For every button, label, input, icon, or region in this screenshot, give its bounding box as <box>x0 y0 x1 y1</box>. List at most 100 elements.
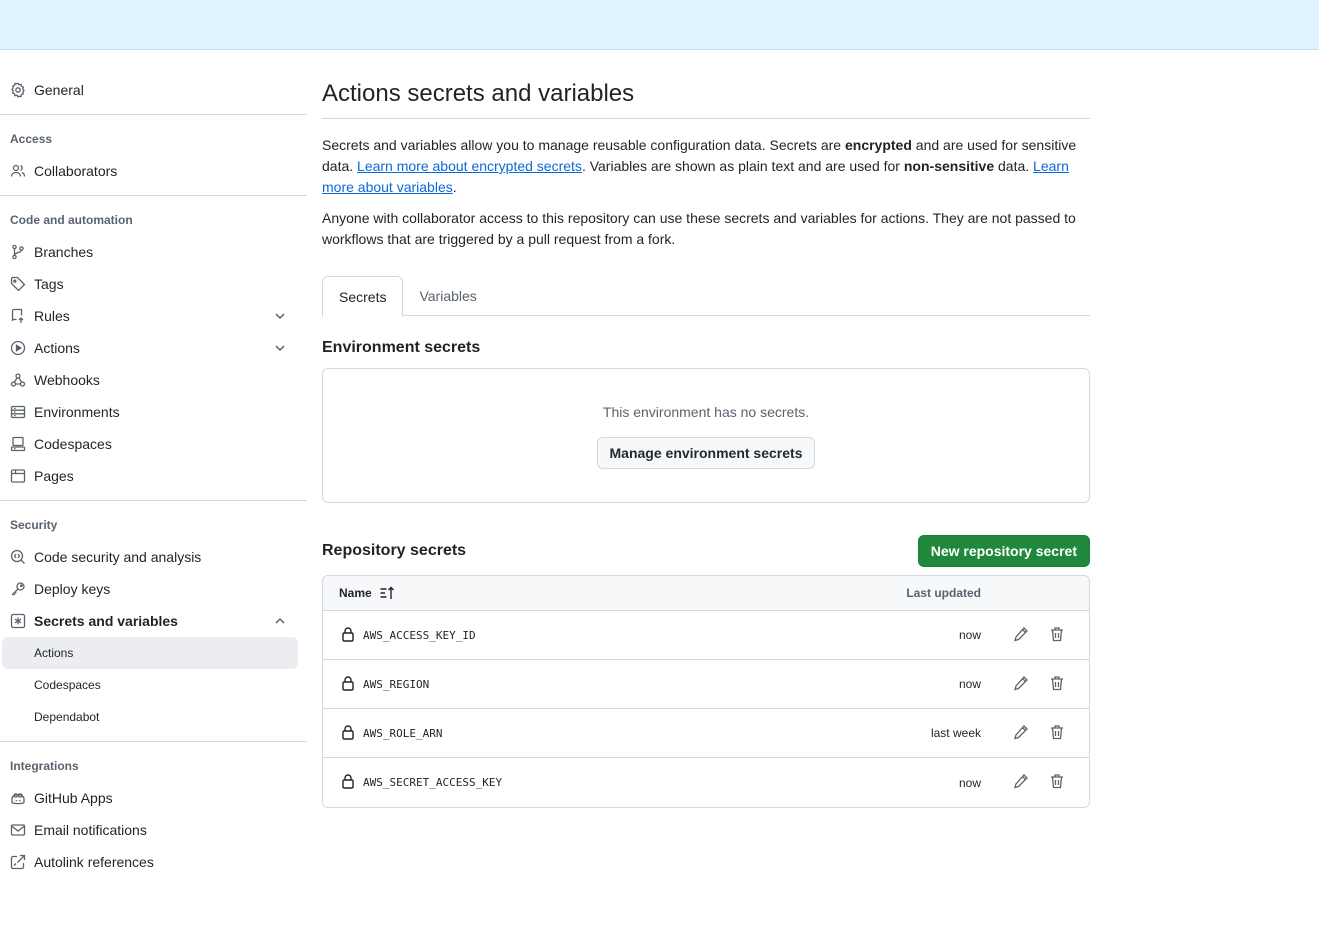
chevron-down-icon[interactable] <box>272 340 288 356</box>
tag-icon <box>10 276 26 292</box>
secret-updated: now <box>958 628 981 642</box>
sidebar-item-label: Rules <box>34 308 70 324</box>
sidebar-item-label: GitHub Apps <box>34 790 113 806</box>
tab-bar: Secrets Variables <box>322 276 1090 317</box>
sidebar-item-email-notifications[interactable]: Email notifications <box>2 814 298 846</box>
table-row: AWS_SECRET_ACCESS_KEY now <box>323 758 1089 807</box>
chevron-down-icon[interactable] <box>272 308 288 324</box>
table-row: AWS_REGION now <box>323 660 1089 709</box>
desc-text: . <box>452 179 457 195</box>
table-row: AWS_ROLE_ARN last week <box>323 709 1089 758</box>
desc-text: . Variables are shown as plain text and … <box>581 158 904 174</box>
settings-sidebar: General Access Collaborators Code and au… <box>0 74 307 878</box>
server-icon <box>10 404 26 420</box>
key-asterisk-icon <box>10 613 26 629</box>
table-header: Name Last updated <box>323 576 1089 611</box>
sidebar-item-label: Autolink references <box>34 854 154 870</box>
lock-icon <box>342 774 354 789</box>
trash-icon[interactable] <box>1049 626 1065 642</box>
secrets-table: Name Last updated AWS_ACCESS_KEY_ID now … <box>322 575 1090 808</box>
sidebar-item-label: Codespaces <box>34 436 112 452</box>
sidebar-item-environments[interactable]: Environments <box>2 396 298 428</box>
sidebar-item-label: Actions <box>34 340 80 356</box>
pencil-icon[interactable] <box>1013 724 1029 740</box>
environment-secrets-heading: Environment secrets <box>322 339 481 356</box>
last-updated-column-header: Last updated <box>906 586 981 600</box>
sidebar-subitem-actions[interactable]: Actions <box>2 637 298 669</box>
desc-text: Secrets and variables allow you to manag… <box>322 137 845 153</box>
sidebar-item-webhooks[interactable]: Webhooks <box>2 364 298 396</box>
sidebar-item-label: Environments <box>34 404 120 420</box>
gear-icon <box>10 82 26 98</box>
trash-icon[interactable] <box>1049 724 1065 740</box>
desc-emphasis: encrypted <box>844 137 912 153</box>
sidebar-item-general[interactable]: General <box>2 74 298 106</box>
sidebar-subitem-dependabot[interactable]: Dependabot <box>2 701 298 733</box>
sidebar-item-label: Email notifications <box>34 822 147 838</box>
tab-secrets[interactable]: Secrets <box>322 276 404 317</box>
description: Secrets and variables allow you to manag… <box>322 135 1090 198</box>
page-title: Actions secrets and variables <box>322 74 1090 119</box>
sort-ascending-icon[interactable] <box>379 585 395 601</box>
lock-icon <box>342 627 354 642</box>
main-content: Actions secrets and variables Secrets an… <box>322 74 1090 808</box>
pencil-icon[interactable] <box>1013 626 1029 642</box>
people-icon <box>10 163 26 179</box>
table-row: AWS_ACCESS_KEY_ID now <box>323 611 1089 660</box>
chevron-up-icon[interactable] <box>272 613 288 629</box>
manage-environment-secrets-button[interactable]: Manage environment secrets <box>596 437 816 469</box>
sidebar-item-deploy-keys[interactable]: Deploy keys <box>2 573 298 605</box>
trash-icon[interactable] <box>1049 773 1065 789</box>
secret-updated: last week <box>930 726 981 740</box>
sidebar-group-security: Security <box>10 518 58 532</box>
sidebar-item-rules[interactable]: Rules <box>2 300 298 332</box>
pencil-icon[interactable] <box>1013 675 1029 691</box>
sidebar-item-label: Codespaces <box>34 678 101 692</box>
description-collaborators: Anyone with collaborator access to this … <box>322 210 1076 247</box>
learn-more-secrets-link[interactable]: Learn more about encrypted secrets <box>357 158 582 174</box>
top-banner <box>0 0 1319 50</box>
sidebar-item-secrets-variables[interactable]: Secrets and variables <box>2 605 298 637</box>
secret-name: AWS_ROLE_ARN <box>363 726 443 740</box>
git-branch-icon <box>10 244 26 260</box>
codescan-icon <box>10 549 26 565</box>
secret-name: AWS_SECRET_ACCESS_KEY <box>363 776 503 789</box>
sidebar-item-label: Secrets and variables <box>34 613 178 629</box>
sidebar-item-branches[interactable]: Branches <box>2 236 298 268</box>
repository-secrets-header: Repository secrets New repository secret <box>322 535 1090 567</box>
sidebar-item-label: Deploy keys <box>34 581 111 597</box>
secret-updated: now <box>958 677 981 691</box>
lock-icon <box>342 725 354 740</box>
sidebar-divider <box>0 741 307 742</box>
sidebar-item-tags[interactable]: Tags <box>2 268 298 300</box>
sidebar-group-code: Code and automation <box>10 213 133 227</box>
sidebar-item-label: Webhooks <box>34 372 100 388</box>
secret-updated: now <box>958 775 981 790</box>
secret-name: AWS_ACCESS_KEY_ID <box>363 628 476 642</box>
sidebar-divider <box>0 500 307 501</box>
empty-state-message: This environment has no secrets. <box>602 404 810 420</box>
sidebar-item-autolink-references[interactable]: Autolink references <box>2 846 298 878</box>
name-column-header[interactable]: Name <box>339 585 395 601</box>
sidebar-item-github-apps[interactable]: GitHub Apps <box>2 782 298 814</box>
trash-icon[interactable] <box>1049 675 1065 691</box>
sidebar-item-pages[interactable]: Pages <box>2 460 298 492</box>
new-repository-secret-button[interactable]: New repository secret <box>917 535 1090 567</box>
sidebar-item-code-security[interactable]: Code security and analysis <box>2 541 298 573</box>
lock-icon <box>342 676 354 691</box>
sidebar-item-codespaces[interactable]: Codespaces <box>2 428 298 460</box>
codespaces-icon <box>10 436 26 452</box>
sidebar-item-collaborators[interactable]: Collaborators <box>2 155 298 187</box>
sidebar-group-access: Access <box>10 132 53 146</box>
sidebar-subitem-codespaces[interactable]: Codespaces <box>2 669 298 701</box>
sidebar-item-label: Code security and analysis <box>34 549 202 565</box>
sidebar-item-label: Branches <box>34 244 94 260</box>
sidebar-item-label: Tags <box>34 276 64 292</box>
pencil-icon[interactable] <box>1013 773 1029 789</box>
tab-variables[interactable]: Variables <box>403 276 492 316</box>
sidebar-item-label: General <box>34 82 84 98</box>
sidebar-item-actions[interactable]: Actions <box>2 332 298 364</box>
environment-secrets-box: This environment has no secrets. Manage … <box>322 368 1090 503</box>
column-label: Name <box>339 586 372 600</box>
desc-text: data. <box>994 158 1034 174</box>
